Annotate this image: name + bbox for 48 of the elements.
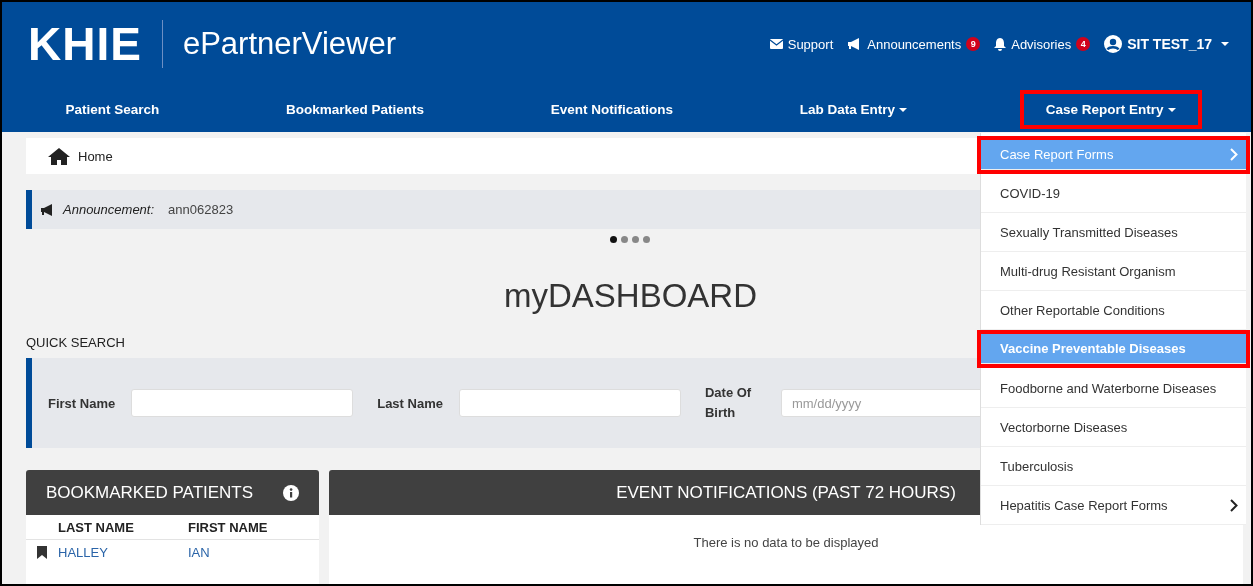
input-field[interactable] <box>131 389 354 417</box>
bell-icon <box>994 37 1007 51</box>
patient-link[interactable]: IAN <box>188 544 318 560</box>
info-icon[interactable] <box>283 484 300 501</box>
page-title: myDASHBOARD <box>504 277 757 315</box>
nav-link[interactable]: Event Notifications <box>540 95 683 123</box>
menu-item[interactable]: Sexually Transmitted Diseases <box>981 213 1246 252</box>
section-title: QUICK SEARCH <box>26 335 125 350</box>
announcement-label: Announcement: <box>63 202 155 217</box>
menu-item[interactable]: Tuberculosis <box>981 447 1246 486</box>
header-link[interactable]: Advisories 4 <box>994 36 1091 52</box>
carousel-dot[interactable] <box>620 236 628 243</box>
input-field[interactable] <box>458 389 681 417</box>
carousel-dot[interactable] <box>609 236 617 243</box>
field-label: Date Of Birth <box>704 384 753 422</box>
menu-item[interactable]: COVID-19 <box>981 174 1246 213</box>
menu-item[interactable]: Vectorborne Diseases <box>981 408 1246 447</box>
envelope-icon <box>769 39 783 49</box>
logo[interactable]: KHIE <box>28 17 142 71</box>
field-label: First Name <box>48 395 116 411</box>
carousel-dot[interactable] <box>631 236 639 243</box>
bookmark-icon[interactable] <box>37 545 47 559</box>
nav-link[interactable]: Lab Data Entry <box>789 95 917 123</box>
count-badge: 4 <box>1076 37 1091 51</box>
nav-link[interactable]: Bookmarked Patients <box>275 95 434 123</box>
breadcrumb-link[interactable]: Home <box>78 148 113 164</box>
column-header: LAST NAME <box>58 519 135 535</box>
empty-message: There is no data to be displayed <box>693 535 879 552</box>
panel-title: BOOKMARKED PATIENTS <box>45 482 254 503</box>
header-link[interactable]: Support <box>769 36 834 52</box>
nav-link[interactable]: Case Report Entry <box>1023 93 1198 125</box>
announcement-text: ann062823 <box>168 202 234 217</box>
megaphone-icon <box>40 203 55 216</box>
header-link[interactable]: Announcements 9 <box>847 36 981 52</box>
menu-item[interactable]: Hepatitis Case Report Forms <box>981 486 1246 525</box>
count-badge: 9 <box>966 37 981 51</box>
user-icon <box>1104 35 1123 53</box>
carousel-dot[interactable] <box>642 236 650 243</box>
patient-link[interactable]: HALLEY <box>58 544 188 560</box>
home-icon[interactable] <box>48 147 70 165</box>
menu-item[interactable]: Multi-drug Resistant Organism <box>981 252 1246 291</box>
field-label: Last Name <box>377 395 443 411</box>
panel-title: EVENT NOTIFICATIONS (PAST 72 HOURS) <box>616 482 956 503</box>
menu-item[interactable]: Foodborne and Waterborne Diseases <box>981 369 1246 408</box>
nav-link[interactable]: Patient Search <box>55 95 170 123</box>
header-link[interactable]: SIT TEST_17 <box>1104 35 1229 53</box>
app-name: ePartnerViewer <box>182 26 396 62</box>
column-header: FIRST NAME <box>188 519 269 535</box>
